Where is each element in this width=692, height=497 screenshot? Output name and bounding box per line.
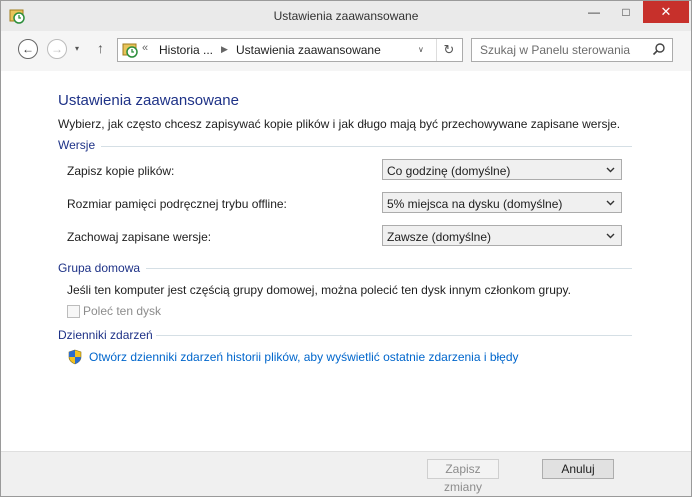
uac-shield-icon <box>68 349 82 365</box>
cancel-button[interactable]: Anuluj <box>542 459 614 479</box>
offline-cache-value: 5% miejsca na dysku (domyślne) <box>387 197 563 211</box>
back-button[interactable]: ← <box>18 39 38 59</box>
event-logs-divider <box>156 335 632 336</box>
main-content: Ustawienia zaawansowane Wybierz, jak czę… <box>1 71 691 451</box>
offline-cache-select[interactable]: 5% miejsca na dysku (domyślne) <box>382 192 622 213</box>
breadcrumb-advanced-settings[interactable]: Ustawienia zaawansowane <box>236 43 381 57</box>
page-title: Ustawienia zaawansowane <box>58 92 239 109</box>
versions-group-title: Wersje <box>58 138 96 152</box>
search-box[interactable]: Szukaj w Panelu sterowania <box>471 38 673 62</box>
keep-versions-value: Zawsze (domyślne) <box>387 230 492 244</box>
address-bar[interactable]: « Historia ... ▶ Ustawienia zaawansowane… <box>117 38 463 62</box>
navigation-bar: ← → ▾ ↑ « Historia ... ▶ Ustawienia zaaw… <box>1 31 691 71</box>
chevron-down-icon <box>606 200 615 206</box>
forward-button[interactable]: → <box>47 39 67 59</box>
minimize-button[interactable]: — <box>579 1 609 23</box>
dialog-footer: Zapisz zmiany Anuluj <box>1 451 691 496</box>
recommend-drive-label[interactable]: Poleć ten dysk <box>83 304 161 318</box>
chevron-down-icon <box>606 233 615 239</box>
address-dropdown-icon[interactable]: ∨ <box>418 45 424 54</box>
recent-locations-button[interactable]: ▾ <box>75 44 79 53</box>
save-copies-value: Co godzinę (domyślne) <box>387 164 511 178</box>
homegroup-group-title: Grupa domowa <box>58 261 141 275</box>
maximize-button[interactable]: □ <box>611 1 641 23</box>
event-logs-group-title: Dzienniki zdarzeń <box>58 328 153 342</box>
up-button[interactable]: ↑ <box>97 40 104 56</box>
offline-cache-label: Rozmiar pamięci podręcznej trybu offline… <box>67 197 287 211</box>
chevron-down-icon <box>606 167 615 173</box>
close-button[interactable]: ✕ <box>643 1 689 23</box>
search-placeholder[interactable]: Szukaj w Panelu sterowania <box>480 43 630 57</box>
breadcrumb-history[interactable]: Historia ... <box>159 43 213 57</box>
recommend-drive-checkbox[interactable] <box>67 305 80 318</box>
keep-versions-label: Zachowaj zapisane wersje: <box>67 230 212 244</box>
breadcrumb-separator-icon[interactable]: ▶ <box>221 44 228 55</box>
keep-versions-select[interactable]: Zawsze (domyślne) <box>382 225 622 246</box>
homegroup-divider <box>146 268 632 269</box>
homegroup-note: Jeśli ten komputer jest częścią grupy do… <box>67 283 571 297</box>
address-overflow-icon[interactable]: « <box>142 42 148 54</box>
save-copies-select[interactable]: Co godzinę (domyślne) <box>382 159 622 180</box>
save-copies-label: Zapisz kopie plików: <box>67 164 175 178</box>
refresh-button[interactable]: ↻ <box>436 39 461 61</box>
search-icon[interactable] <box>652 42 666 56</box>
open-event-logs-link[interactable]: Otwórz dzienniki zdarzeń historii plików… <box>89 350 519 364</box>
versions-divider <box>101 146 632 147</box>
save-changes-button[interactable]: Zapisz zmiany <box>427 459 499 494</box>
title-bar: Ustawienia zaawansowane — □ ✕ <box>1 1 691 31</box>
page-description: Wybierz, jak często chcesz zapisywać kop… <box>58 117 621 131</box>
file-history-icon <box>122 43 138 58</box>
advanced-settings-window: Ustawienia zaawansowane — □ ✕ ← → ▾ ↑ « … <box>0 0 692 497</box>
